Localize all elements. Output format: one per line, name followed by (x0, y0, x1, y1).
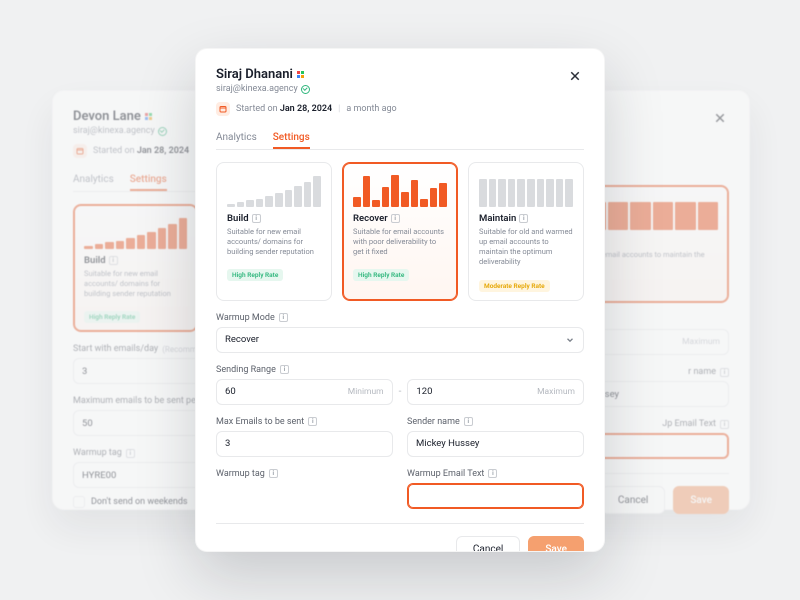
grid-icon (145, 113, 152, 120)
warmup-mode-label: Warmup Mode (216, 313, 584, 323)
range-separator: - (399, 386, 402, 397)
range-min-input[interactable]: 60Minimum (216, 379, 393, 405)
info-icon (488, 469, 497, 478)
info-icon (464, 417, 473, 426)
max-emails-label: Max Emails to be sent (216, 417, 393, 427)
tab-settings[interactable]: Settings (273, 126, 310, 149)
cancel-button[interactable]: Cancel (456, 536, 520, 553)
option-card-recover[interactable]: Recover Suitable for email accounts with… (342, 162, 458, 301)
option-title: Maintain (479, 213, 573, 224)
tab-analytics[interactable]: Analytics (73, 168, 114, 191)
sender-name-label: Sender name (407, 417, 584, 427)
warmup-mode-select[interactable]: Recover (216, 327, 584, 353)
user-name: Siraj Dhanani (216, 67, 397, 82)
cancel-button[interactable]: Cancel (601, 486, 665, 514)
close-icon[interactable] (566, 67, 584, 85)
save-button[interactable]: Save (673, 486, 729, 514)
option-card-maintain[interactable]: Maintain Suitable for old and warmed up … (468, 162, 584, 301)
option-title: Build (227, 213, 321, 224)
info-icon (269, 469, 278, 478)
info-icon (720, 368, 729, 377)
range-max-input[interactable]: 120Maximum (407, 379, 584, 405)
calendar-icon (216, 102, 230, 116)
info-icon (519, 214, 528, 223)
max-emails-input[interactable]: 3 (216, 431, 393, 457)
option-desc: Suitable for email accounts with poor de… (353, 227, 447, 257)
info-icon (279, 313, 288, 322)
info-icon (280, 365, 289, 374)
warmup-email-text-input[interactable] (407, 483, 584, 509)
sender-name-input[interactable]: Mickey Hussey (407, 431, 584, 457)
dialog-actions: Cancel Save (216, 523, 584, 553)
chevron-down-icon (565, 335, 575, 345)
user-email: siraj@kinexa.agency (216, 84, 397, 94)
dialog-warmup-settings: Siraj Dhanani siraj@kinexa.agency Starte… (195, 48, 605, 552)
reply-rate-pill: High Reply Rate (227, 269, 283, 281)
warmup-email-text-label: Warmup Email Text (407, 469, 584, 479)
reply-rate-pill: Moderate Reply Rate (479, 280, 550, 292)
save-button[interactable]: Save (528, 536, 584, 553)
calendar-icon (73, 144, 87, 158)
sending-range-label: Sending Range (216, 365, 584, 375)
bar-chart-build (84, 215, 187, 249)
bar-chart-maintain (479, 173, 573, 207)
info-icon (720, 420, 729, 429)
tab-settings[interactable]: Settings (130, 168, 167, 191)
bar-chart-build (227, 173, 321, 207)
tabs: Analytics Settings (216, 126, 584, 150)
meta-row: Started on Jan 28, 2024 |a month ago (216, 102, 397, 116)
info-icon (252, 214, 261, 223)
option-card-build[interactable]: Build Suitable for new email accounts/ d… (73, 204, 198, 332)
info-icon (109, 256, 118, 265)
info-icon (391, 214, 400, 223)
reply-rate-pill: High Reply Rate (353, 269, 409, 281)
option-desc: Suitable for new email accounts/ domains… (227, 227, 321, 257)
info-icon (126, 449, 135, 458)
grid-icon (297, 71, 304, 78)
close-icon[interactable] (711, 109, 729, 127)
option-card-build[interactable]: Build Suitable for new email accounts/ d… (216, 162, 332, 301)
option-desc: Suitable for old and warmed up email acc… (479, 227, 573, 268)
tab-analytics[interactable]: Analytics (216, 126, 257, 149)
verified-icon (301, 85, 310, 94)
option-title: Recover (353, 213, 447, 224)
warmup-tag-label: Warmup tag (216, 469, 393, 479)
verified-icon (158, 127, 167, 136)
info-icon (308, 417, 317, 426)
bar-chart-recover (353, 173, 447, 207)
